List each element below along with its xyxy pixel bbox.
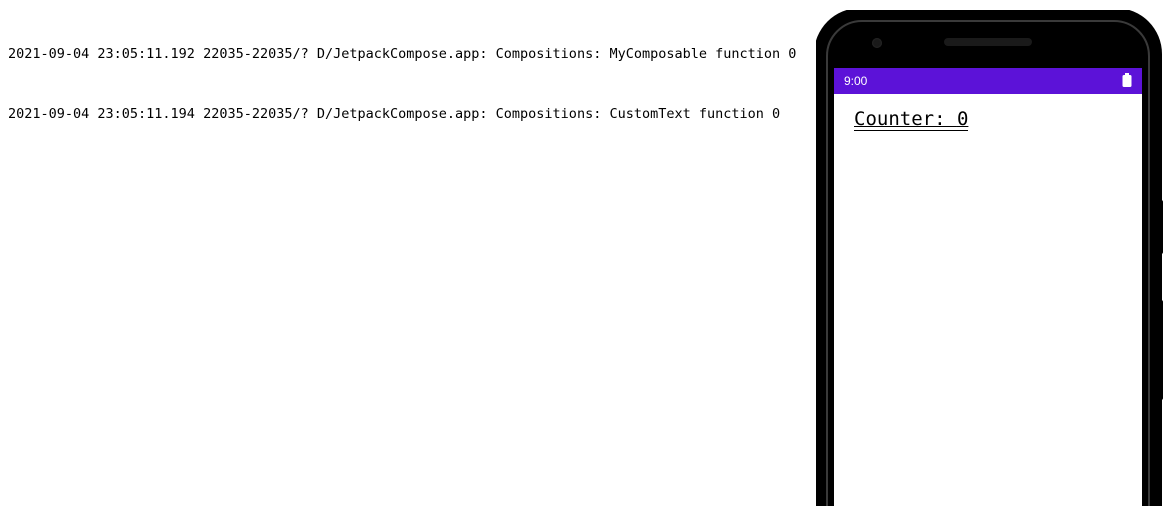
- power-button[interactable]: [1160, 200, 1163, 254]
- status-bar-right: [1122, 73, 1132, 90]
- log-line: 2021-09-04 23:05:11.194 22035-22035/? D/…: [8, 104, 796, 124]
- volume-button[interactable]: [1160, 300, 1163, 400]
- log-line: 2021-09-04 23:05:11.192 22035-22035/? D/…: [8, 44, 796, 64]
- counter-text[interactable]: Counter: 0: [854, 108, 968, 131]
- counter-value: 0: [957, 108, 968, 130]
- log-panel: 2021-09-04 23:05:11.192 22035-22035/? D/…: [8, 4, 796, 144]
- device-emulator-frame: 9:00 Counter: 0: [816, 10, 1166, 506]
- phone-screen[interactable]: 9:00 Counter: 0: [834, 68, 1142, 506]
- phone-top-hardware: [816, 10, 1160, 68]
- battery-icon: [1122, 73, 1132, 90]
- status-bar: 9:00: [834, 68, 1142, 94]
- speaker-slot-icon: [944, 38, 1032, 46]
- counter-label: Counter:: [854, 108, 957, 130]
- phone-bezel: 9:00 Counter: 0: [816, 10, 1160, 506]
- camera-dot-icon: [872, 38, 882, 48]
- app-body[interactable]: Counter: 0: [834, 94, 1142, 144]
- status-bar-time: 9:00: [844, 74, 867, 88]
